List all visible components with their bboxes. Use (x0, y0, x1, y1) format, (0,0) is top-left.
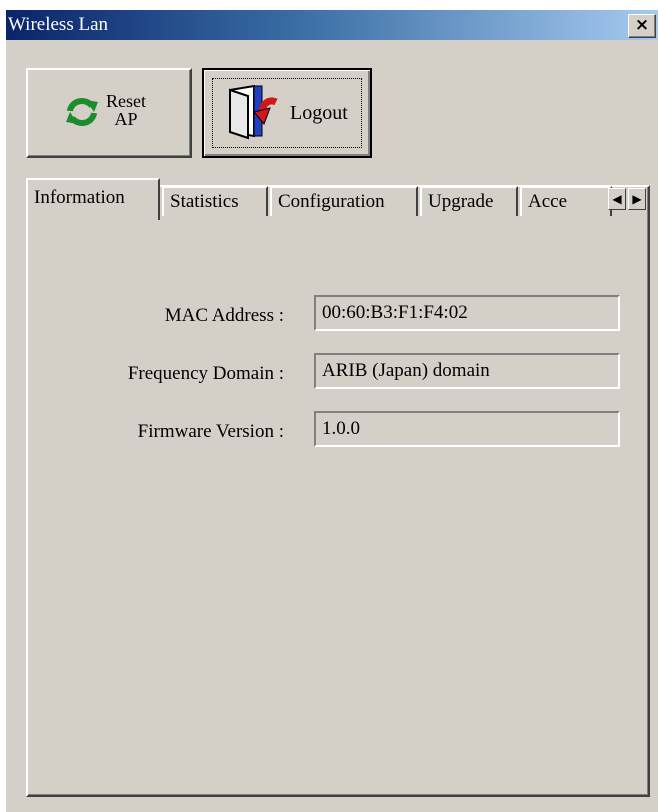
reset-ap-label: Reset AP (106, 92, 146, 128)
information-panel: MAC Address : 00:60:B3:F1:F4:02 Frequenc… (26, 185, 650, 797)
tab-statistics[interactable]: Statistics (162, 186, 268, 216)
mac-address-label: MAC Address : (164, 305, 284, 326)
reset-ap-button[interactable]: Reset AP (26, 68, 192, 158)
close-icon: × (634, 15, 650, 35)
tab-information[interactable]: Information (26, 178, 160, 220)
tab-scroll-right-button[interactable]: ▶ (628, 188, 646, 210)
tab-upgrade[interactable]: Upgrade (420, 186, 518, 216)
logout-label: Logout (290, 102, 348, 124)
frequency-domain-field: ARIB (Japan) domain (314, 353, 620, 389)
tab-configuration[interactable]: Configuration (270, 186, 418, 216)
tab-scroll-left-button[interactable]: ◀ (608, 188, 626, 210)
window-title: Wireless Lan (8, 14, 109, 35)
firmware-version-field: 1.0.0 (314, 411, 620, 447)
firmware-version-label: Firmware Version : (137, 421, 284, 442)
door-exit-icon (229, 84, 278, 140)
wireless-lan-window: Wireless Lan × Reset AP Logout MAC Addre… (6, 10, 658, 812)
reset-label-line2: AP (114, 109, 138, 129)
refresh-icon (66, 98, 98, 126)
close-button[interactable]: × (628, 14, 656, 38)
title-bar[interactable]: Wireless Lan × (6, 10, 658, 40)
arrow-right-icon: ▶ (632, 192, 642, 206)
tab-access[interactable]: Acce (520, 186, 612, 216)
mac-address-field: 00:60:B3:F1:F4:02 (314, 295, 620, 331)
reset-label-line1: Reset (106, 91, 146, 111)
logout-button[interactable]: Logout (202, 68, 372, 158)
frequency-domain-label: Frequency Domain : (127, 363, 284, 384)
arrow-left-icon: ◀ (612, 192, 622, 206)
